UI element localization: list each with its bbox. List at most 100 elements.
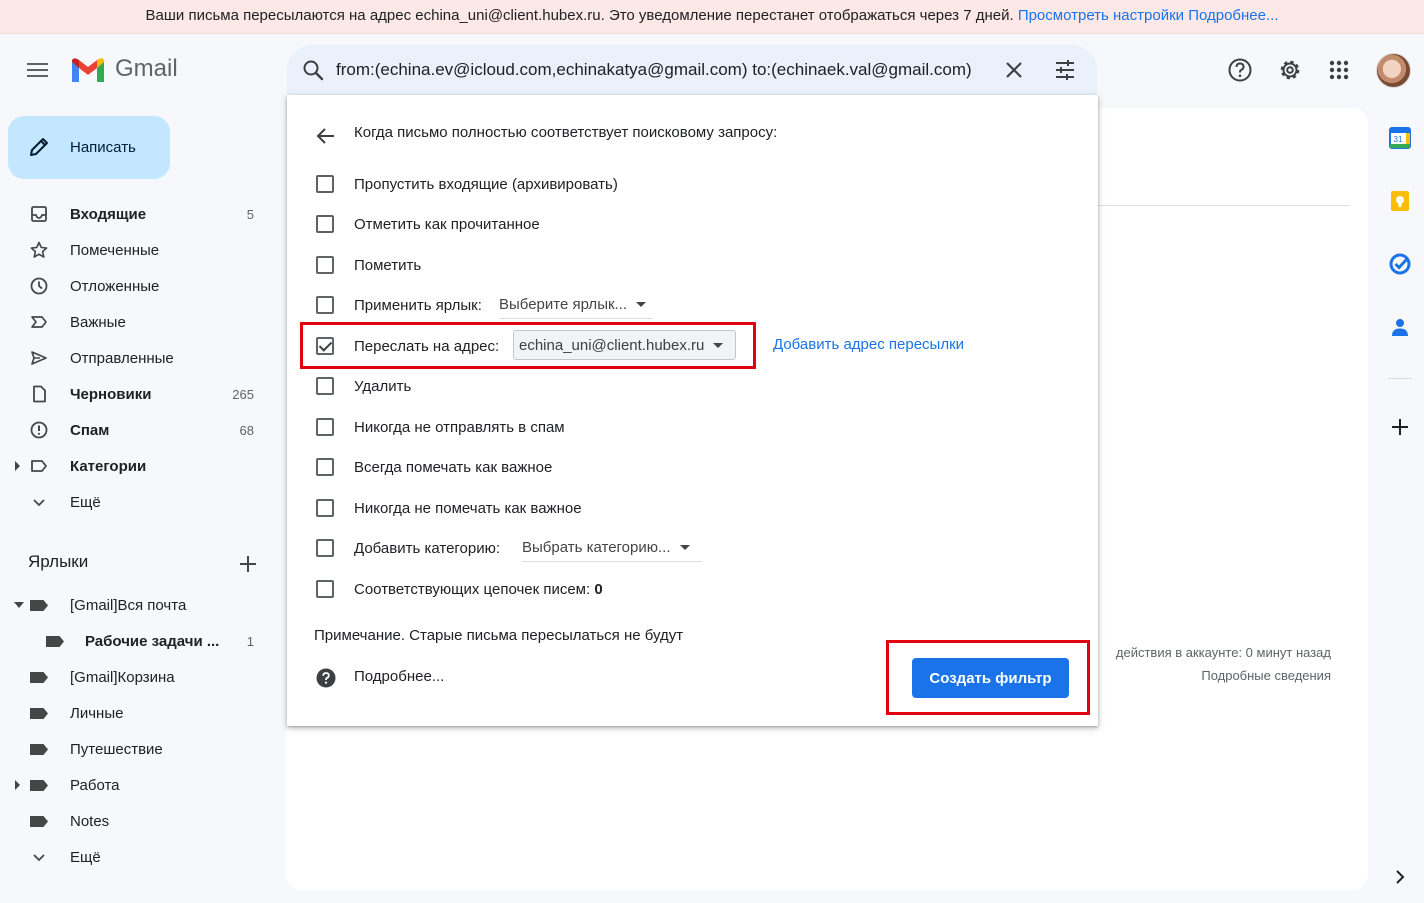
- label-item-all-mail[interactable]: [Gmail]Вся почта: [0, 587, 272, 623]
- label-item-notes[interactable]: Notes: [0, 803, 272, 839]
- nav-item-label: Важные: [70, 313, 126, 331]
- keep-icon[interactable]: [1388, 189, 1412, 213]
- option-star[interactable]: Пометить: [316, 253, 421, 277]
- nav-item-count: 265: [232, 386, 254, 402]
- label-tag-icon: [30, 744, 48, 755]
- option-label-text: Соответствующих цепочек писем:: [354, 580, 591, 598]
- category-icon: [31, 460, 47, 472]
- search-input[interactable]: from:(echina.ev@icloud.com,echinakatya@g…: [336, 45, 988, 95]
- option-label: Удалить: [354, 377, 412, 395]
- nav-item-inbox[interactable]: Входящие 5: [0, 196, 272, 232]
- checkbox[interactable]: [316, 499, 334, 517]
- add-addon-icon[interactable]: [1388, 415, 1412, 439]
- activity-details-link[interactable]: Подробные сведения: [1101, 664, 1331, 687]
- checkbox[interactable]: [316, 175, 334, 193]
- search-icon[interactable]: [301, 58, 325, 82]
- collapse-caret-icon[interactable]: [14, 602, 24, 608]
- account-avatar[interactable]: [1376, 53, 1411, 88]
- expand-caret-icon[interactable]: [15, 461, 20, 471]
- checkbox-checked[interactable]: [316, 337, 334, 355]
- nav-item-spam[interactable]: Спам 68: [0, 412, 272, 448]
- label-tag-icon: [46, 636, 64, 647]
- checkbox[interactable]: [316, 256, 334, 274]
- nav-item-important[interactable]: Важные: [0, 304, 272, 340]
- label-item-work-tasks[interactable]: Рабочие задачи ... 1: [0, 623, 272, 659]
- clear-search-icon[interactable]: [1003, 59, 1025, 81]
- checkbox[interactable]: [316, 418, 334, 436]
- option-never-important[interactable]: Никогда не помечать как важное: [316, 496, 582, 520]
- expand-caret-icon[interactable]: [15, 780, 20, 790]
- tasks-icon[interactable]: [1388, 252, 1412, 276]
- option-apply-label[interactable]: Применить ярлык:: [316, 293, 482, 317]
- create-filter-button[interactable]: Создать фильтр: [912, 658, 1069, 698]
- label-item-count: 1: [246, 633, 254, 649]
- nav-item-more[interactable]: Ещё: [0, 484, 272, 520]
- nav-item-label: Спам: [70, 421, 110, 439]
- content-divider: [1097, 205, 1350, 206]
- calendar-icon[interactable]: 31: [1388, 126, 1412, 150]
- add-label-icon[interactable]: [236, 552, 260, 576]
- category-select-dropdown[interactable]: Выбрать категорию...: [522, 534, 702, 562]
- settings-icon[interactable]: [1277, 57, 1303, 83]
- nav-item-label: Черновики: [70, 385, 152, 403]
- last-activity-text: действия в аккаунте: 0 минут назад: [1115, 645, 1331, 660]
- label-item-label: Путешествие: [70, 740, 163, 758]
- labels-heading: Ярлыки: [28, 552, 89, 571]
- view-settings-link[interactable]: Просмотреть настройки: [1018, 7, 1184, 24]
- nav-item-snoozed[interactable]: Отложенные: [0, 268, 272, 304]
- option-label: Соответствующих цепочек писем: 0: [354, 581, 603, 598]
- label-item-travel[interactable]: Путешествие: [0, 731, 272, 767]
- nav-item-starred[interactable]: Помеченные: [0, 232, 272, 268]
- checkbox[interactable]: [316, 377, 334, 395]
- label-item-trash[interactable]: [Gmail]Корзина: [0, 659, 272, 695]
- label-tag-icon: [30, 816, 48, 827]
- option-label: Пропустить входящие (архивировать): [354, 175, 618, 193]
- label-item-personal[interactable]: Личные: [0, 695, 272, 731]
- option-forward-to[interactable]: Переслать на адрес:: [316, 334, 499, 358]
- label-tag-icon: [30, 708, 48, 719]
- label-item-label: Рабочие задачи ...: [85, 632, 220, 650]
- help-icon[interactable]: [1227, 57, 1253, 83]
- nav-item-count: 68: [239, 422, 254, 438]
- label-item-label: [Gmail]Вся почта: [70, 596, 187, 614]
- search-options-icon[interactable]: [1053, 58, 1077, 82]
- side-panel-separator: [1388, 378, 1412, 379]
- learn-more-link[interactable]: Подробнее...: [1188, 7, 1278, 24]
- option-add-category[interactable]: Добавить категорию:: [316, 536, 500, 560]
- chevron-down-icon: [33, 499, 45, 507]
- option-label: Пометить: [354, 256, 422, 274]
- filter-help-link[interactable]: Подробнее...: [354, 668, 444, 685]
- option-never-spam[interactable]: Никогда не отправлять в спам: [316, 415, 565, 439]
- chevron-right-icon[interactable]: [1388, 865, 1412, 889]
- label-select-dropdown[interactable]: Выберите ярлык...: [499, 291, 653, 319]
- forward-address-dropdown[interactable]: echina_uni@client.hubex.ru: [513, 330, 737, 360]
- gmail-logo[interactable]: Gmail: [70, 55, 178, 83]
- option-always-important[interactable]: Всегда помечать как важное: [316, 455, 552, 479]
- apps-icon[interactable]: [1326, 57, 1352, 83]
- help-circle-icon: [316, 668, 336, 688]
- option-skip-inbox[interactable]: Пропустить входящие (архивировать): [316, 172, 618, 196]
- option-delete[interactable]: Удалить: [316, 374, 411, 398]
- main-menu-icon[interactable]: [26, 60, 50, 80]
- checkbox[interactable]: [316, 580, 334, 598]
- nav-item-label: Ещё: [70, 493, 101, 511]
- checkbox[interactable]: [316, 296, 334, 314]
- option-mark-read[interactable]: Отметить как прочитанное: [316, 212, 540, 236]
- nav-item-drafts[interactable]: Черновики 265: [0, 376, 272, 412]
- add-forwarding-address-link[interactable]: Добавить адрес пересылки: [773, 336, 964, 353]
- checkbox[interactable]: [316, 458, 334, 476]
- clock-icon: [30, 277, 48, 295]
- checkbox[interactable]: [316, 215, 334, 233]
- option-matching-threads[interactable]: Соответствующих цепочек писем: 0: [316, 577, 603, 601]
- compose-button[interactable]: Написать: [8, 116, 170, 179]
- label-item-more[interactable]: Ещё: [0, 839, 272, 875]
- nav-item-categories[interactable]: Категории: [0, 448, 272, 484]
- checkbox[interactable]: [316, 539, 334, 557]
- nav-item-sent[interactable]: Отправленные: [0, 340, 272, 376]
- back-arrow-icon[interactable]: [315, 125, 337, 147]
- compose-label: Написать: [70, 139, 136, 156]
- contacts-icon[interactable]: [1388, 315, 1412, 339]
- search-bar[interactable]: from:(echina.ev@icloud.com,echinakatya@g…: [287, 45, 1097, 95]
- label-item-work[interactable]: Работа: [0, 767, 272, 803]
- calendar-day: 31: [1394, 135, 1403, 144]
